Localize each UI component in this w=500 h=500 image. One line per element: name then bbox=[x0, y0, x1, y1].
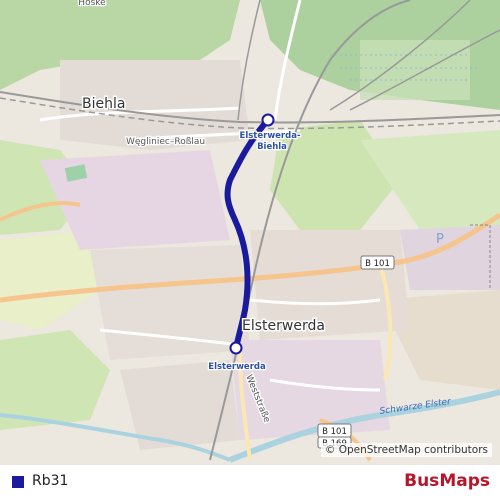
svg-text:B 101: B 101 bbox=[322, 427, 347, 437]
map-svg: B 101 B 101 B 169 Hoske Biehla Węgliniec… bbox=[0, 0, 500, 465]
svg-text:B 101: B 101 bbox=[365, 259, 390, 269]
busmaps-logo[interactable]: BusMaps bbox=[404, 471, 490, 491]
place-label-elsterwerda: Elsterwerda bbox=[242, 318, 325, 334]
route-legend: Rb31 BusMaps bbox=[0, 465, 500, 500]
railway-label-wegliniec: Węgliniec–Roßlau bbox=[126, 137, 205, 147]
place-label-top: Hoske bbox=[78, 0, 106, 8]
route-name-label[interactable]: Rb31 bbox=[32, 473, 68, 489]
b101-shield-east: B 101 bbox=[360, 255, 395, 270]
place-label-biehla: Biehla bbox=[82, 96, 125, 112]
parking-icon: P bbox=[436, 232, 444, 247]
station-elsterwerda-biehla-marker[interactable] bbox=[261, 113, 275, 127]
route-color-swatch bbox=[12, 476, 24, 488]
map-canvas[interactable]: B 101 B 101 B 169 Hoske Biehla Węgliniec… bbox=[0, 0, 500, 465]
station-label-biehla-2: Biehla bbox=[257, 142, 287, 152]
station-elsterwerda-marker[interactable] bbox=[229, 341, 243, 355]
b101-shield-south: B 101 bbox=[317, 423, 352, 438]
station-label-elsterwerda: Elsterwerda bbox=[208, 362, 266, 372]
map-attribution[interactable]: © OpenStreetMap contributors bbox=[320, 443, 492, 457]
station-label-biehla-1: Elsterwerda- bbox=[240, 131, 301, 141]
